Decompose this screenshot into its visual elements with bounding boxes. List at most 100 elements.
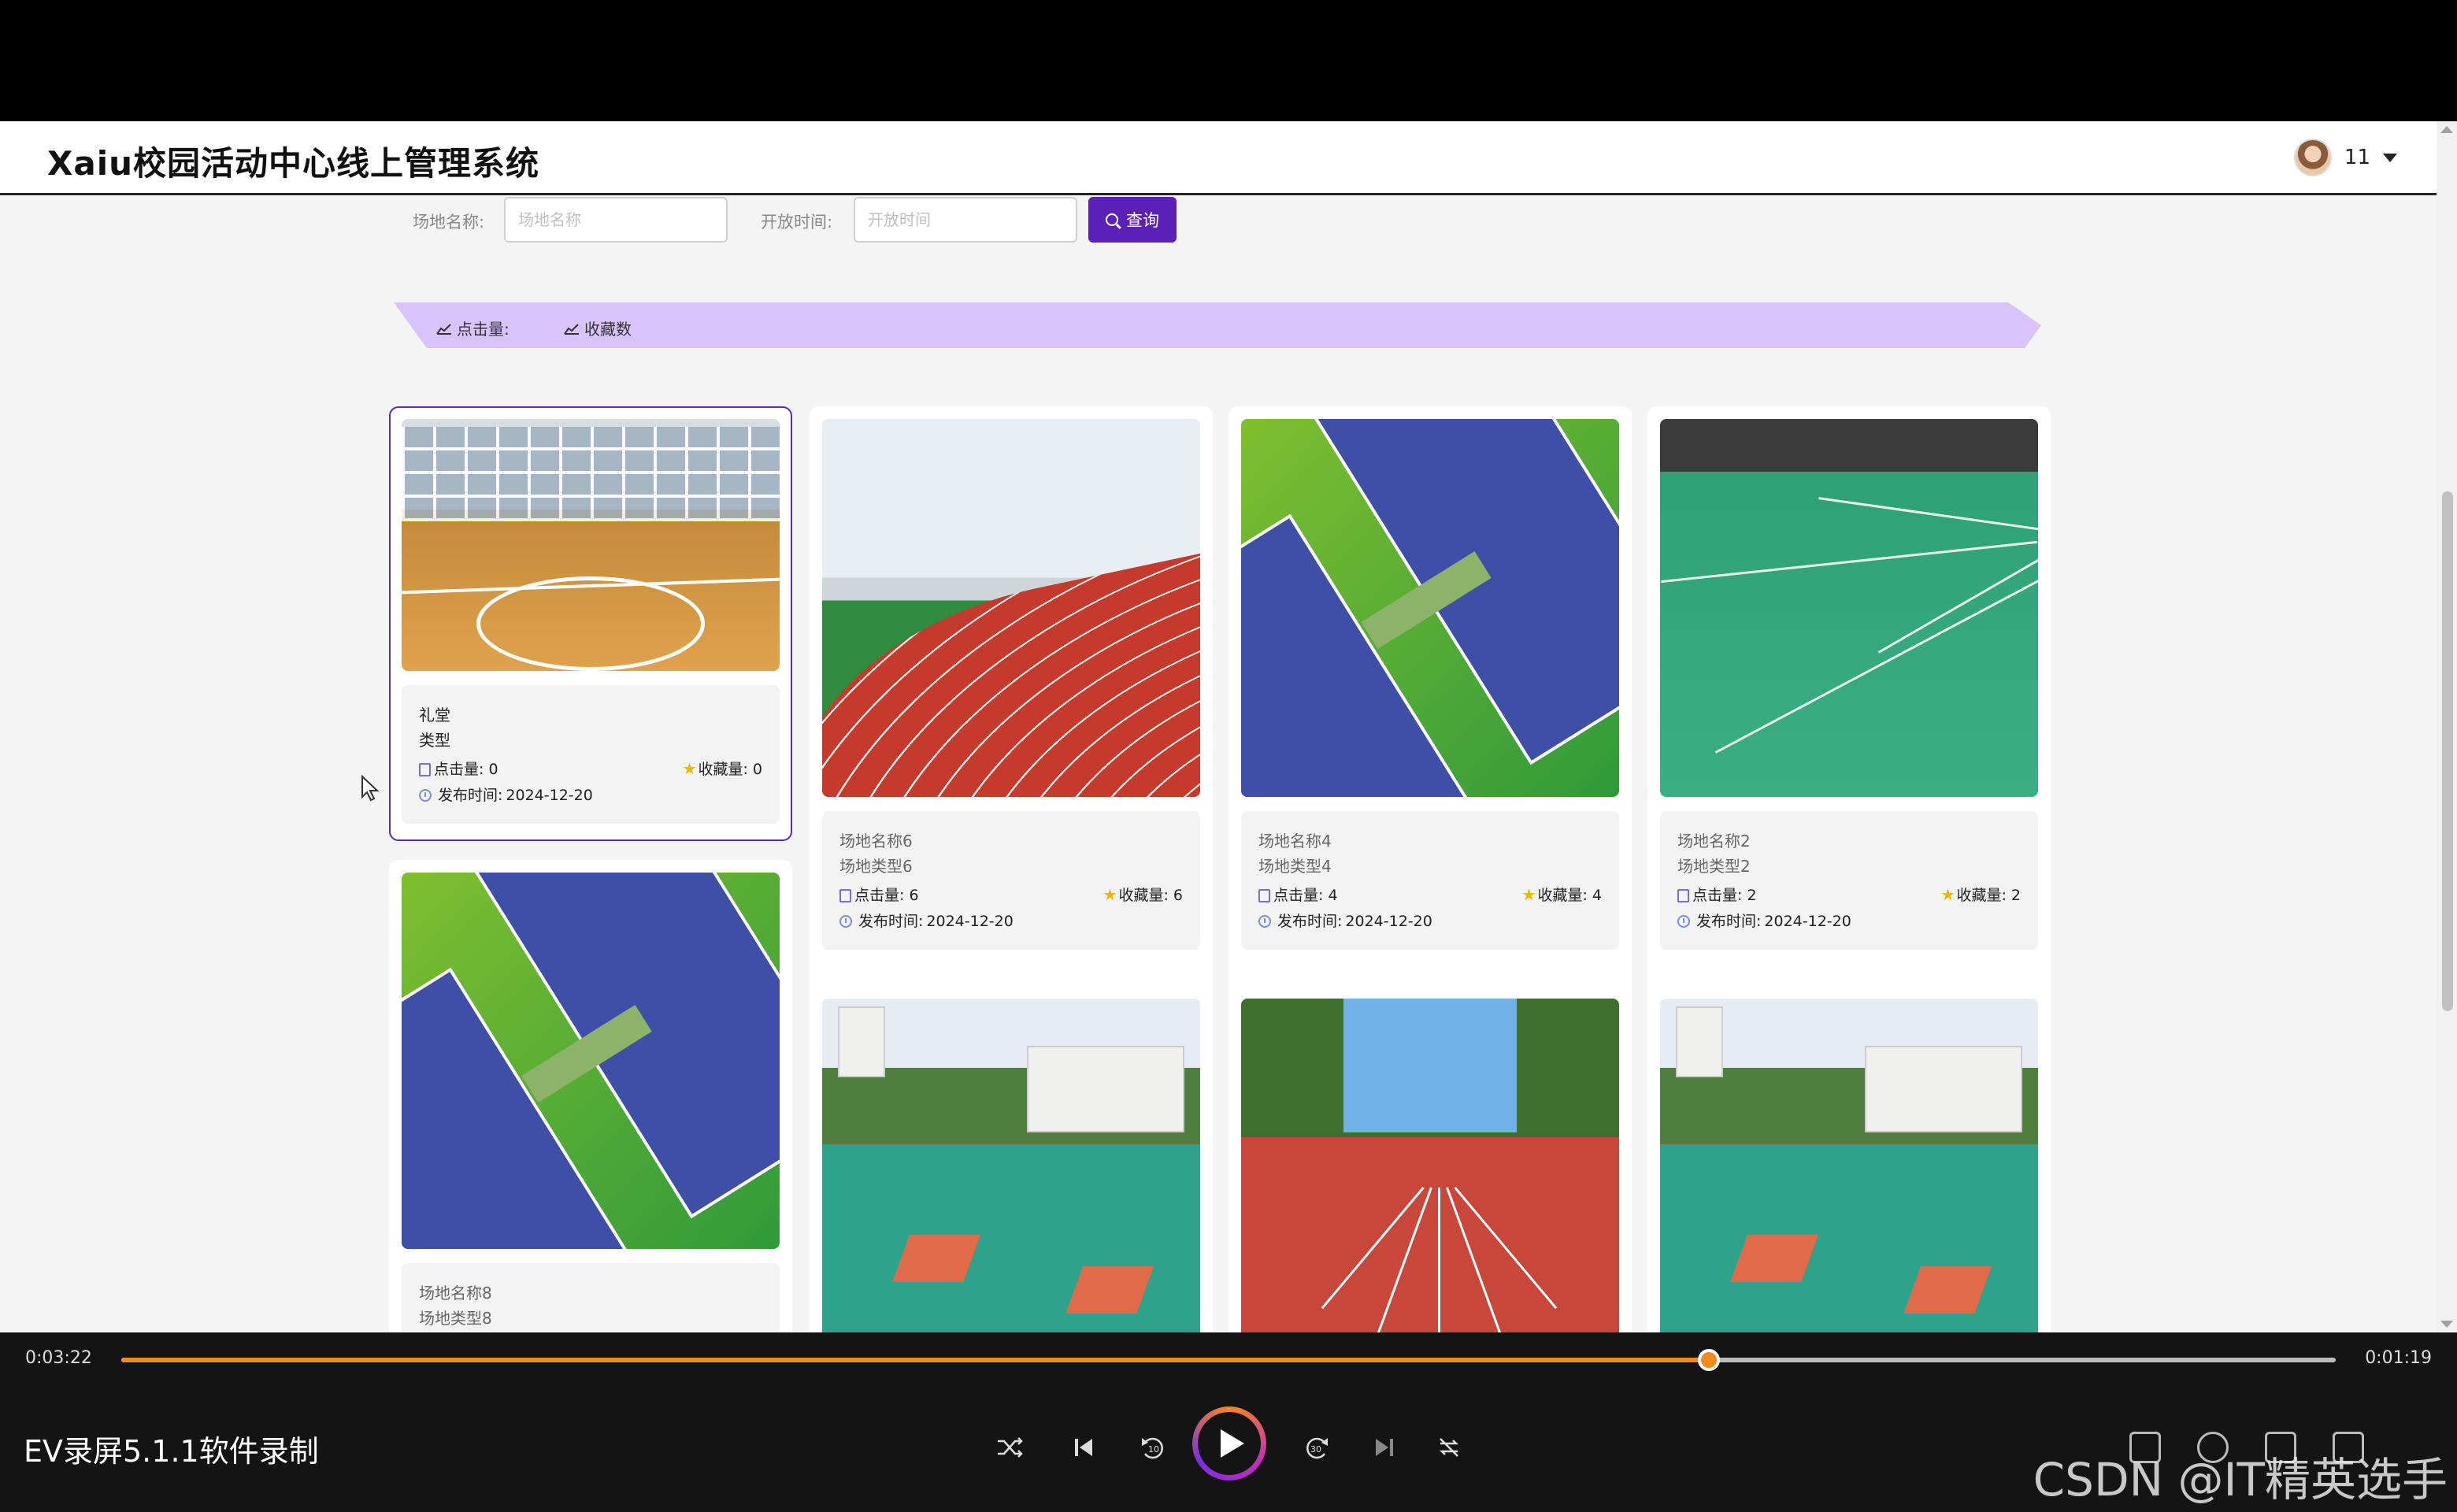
venue-name: 场地名称2 bbox=[1677, 832, 1751, 850]
chart-icon bbox=[436, 323, 451, 335]
sort-bar bbox=[394, 302, 2041, 348]
clicks-label: 点击量: bbox=[1692, 886, 1743, 904]
caret-down-icon[interactable] bbox=[2383, 153, 2397, 162]
date-label: 发布时间: bbox=[1696, 913, 1762, 930]
favorites-label: 收藏量: bbox=[1118, 887, 1169, 904]
star-icon: ★ bbox=[1521, 885, 1536, 904]
venue-photo[interactable] bbox=[1241, 999, 1619, 1332]
venue-type: 场地类型8 bbox=[419, 1309, 492, 1328]
total-time: 0:01:19 bbox=[2365, 1348, 2432, 1368]
venue-name: 礼堂 bbox=[419, 706, 450, 724]
venue-type: 类型 bbox=[419, 731, 450, 750]
site-header: Xaiu校园活动中心线上管理系统 11 bbox=[0, 121, 2437, 195]
current-time: 0:03:22 bbox=[25, 1348, 92, 1368]
clicks-value: 4 bbox=[1328, 886, 1338, 904]
play-button[interactable] bbox=[1192, 1406, 1266, 1480]
date-label: 发布时间: bbox=[858, 913, 924, 930]
clicks-label: 点击量: bbox=[854, 886, 905, 904]
venue-info: 场地名称2 场地类型2 点击量: 2 ★ 收藏量: 2 发布时间: 2024-12-… bbox=[1660, 811, 2038, 950]
player-title: EV录屏5.1.1软件录制 bbox=[24, 1434, 319, 1469]
clicks-value: 2 bbox=[1747, 886, 1757, 904]
venue-name-input[interactable] bbox=[504, 197, 728, 243]
page-scrollbar[interactable] bbox=[2437, 121, 2457, 1332]
scroll-up-icon[interactable] bbox=[2440, 126, 2453, 133]
date-value: 2024-12-20 bbox=[506, 787, 593, 804]
favorites-label: 收藏量: bbox=[1956, 887, 2007, 904]
svg-text:30: 30 bbox=[1310, 1444, 1321, 1455]
venue-info: 礼堂 类型 点击量: 0 ★ 收藏量: 0 发布时间: 2024-12-20 bbox=[402, 685, 780, 824]
star-icon: ★ bbox=[682, 759, 697, 778]
rewind-10-icon[interactable]: 10 bbox=[1136, 1430, 1170, 1465]
venue-photo[interactable] bbox=[1241, 419, 1619, 797]
venue-info: 场地名称8 场地类型8 bbox=[402, 1263, 780, 1332]
play-icon bbox=[1221, 1429, 1244, 1458]
venue-card[interactable] bbox=[810, 986, 1213, 1332]
venue-info: 场地名称4 场地类型4 点击量: 4 ★ 收藏量: 4 发布时间: 2024-12-… bbox=[1241, 811, 1619, 950]
loop-icon[interactable] bbox=[1432, 1430, 1466, 1465]
progress-bar[interactable] bbox=[121, 1349, 2336, 1371]
progress-knob[interactable] bbox=[1698, 1349, 1721, 1371]
venue-card[interactable]: 场地名称4 场地类型4 点击量: 4 ★ 收藏量: 4 发布时间: 2024-12-… bbox=[1228, 406, 1632, 1082]
venue-name: 场地名称4 bbox=[1258, 832, 1332, 850]
user-menu[interactable]: 11 bbox=[2293, 139, 2397, 176]
favorites-value: 4 bbox=[1592, 887, 1602, 904]
query-button-label: 查询 bbox=[1126, 211, 1159, 230]
venue-card[interactable]: 场地名称2 场地类型2 点击量: 2 ★ 收藏量: 2 发布时间: 2024-12-… bbox=[1647, 406, 2051, 1082]
avatar[interactable] bbox=[2293, 139, 2332, 176]
open-time-input[interactable] bbox=[854, 197, 1077, 243]
venue-card[interactable] bbox=[1228, 986, 1632, 1332]
venue-card[interactable]: 礼堂 类型 点击量: 0 ★ 收藏量: 0 发布时间: 2024-12-20 bbox=[389, 406, 792, 841]
scrollbar-thumb[interactable] bbox=[2442, 491, 2453, 1011]
date-value: 2024-12-20 bbox=[926, 913, 1014, 930]
svg-text:10: 10 bbox=[1148, 1444, 1159, 1455]
venue-type: 场地类型2 bbox=[1677, 857, 1751, 876]
progress-fill bbox=[121, 1358, 1710, 1362]
scroll-down-icon[interactable] bbox=[2440, 1321, 2453, 1328]
venue-photo[interactable] bbox=[822, 419, 1200, 797]
shuffle-icon[interactable] bbox=[992, 1430, 1027, 1465]
venue-card[interactable] bbox=[1647, 986, 2051, 1332]
favorites-label: 收藏量: bbox=[1537, 887, 1588, 904]
venue-info: 场地名称6 场地类型6 点击量: 6 ★ 收藏量: 6 发布时间: 2024-12-… bbox=[822, 811, 1200, 950]
previous-icon[interactable] bbox=[1066, 1430, 1101, 1465]
venue-photo[interactable] bbox=[402, 419, 780, 671]
document-icon bbox=[839, 888, 851, 902]
sort-by-clicks[interactable]: 点击量: bbox=[436, 317, 510, 339]
next-icon[interactable] bbox=[1367, 1430, 1402, 1465]
star-icon: ★ bbox=[1940, 885, 1955, 904]
document-icon bbox=[419, 762, 431, 776]
venue-card[interactable]: 场地名称6 场地类型6 点击量: 6 ★ 收藏量: 6 发布时间: 2024-12-… bbox=[810, 406, 1213, 1082]
open-time-label: 开放时间: bbox=[761, 213, 833, 232]
site-title: Xaiu校园活动中心线上管理系统 bbox=[47, 144, 540, 183]
user-name[interactable]: 11 bbox=[2344, 146, 2370, 169]
sort-by-favorites[interactable]: 收藏数 bbox=[564, 317, 632, 339]
clock-icon bbox=[419, 789, 432, 802]
sort-by-clicks-label: 点击量: bbox=[457, 320, 510, 339]
clock-icon bbox=[1677, 915, 1690, 928]
clock-icon bbox=[839, 915, 852, 928]
venue-name-label: 场地名称: bbox=[413, 213, 485, 232]
venue-card[interactable]: 场地名称8 场地类型8 bbox=[389, 860, 792, 1332]
venue-name: 场地名称6 bbox=[839, 832, 913, 850]
forward-30-icon[interactable]: 30 bbox=[1299, 1430, 1334, 1465]
clicks-value: 0 bbox=[488, 760, 498, 778]
venue-photo[interactable] bbox=[822, 999, 1200, 1332]
clicks-label: 点击量: bbox=[434, 760, 484, 778]
date-label: 发布时间: bbox=[438, 787, 503, 804]
venue-photo[interactable] bbox=[402, 873, 780, 1249]
venue-type: 场地类型6 bbox=[839, 857, 913, 876]
document-icon bbox=[1258, 888, 1270, 902]
favorites-value: 6 bbox=[1173, 887, 1183, 904]
date-value: 2024-12-20 bbox=[1764, 913, 1851, 930]
venue-type: 场地类型4 bbox=[1258, 857, 1332, 876]
chart-icon bbox=[564, 323, 579, 335]
venue-photo[interactable] bbox=[1660, 419, 2038, 797]
favorites-value: 0 bbox=[752, 761, 762, 778]
query-button[interactable]: 查询 bbox=[1088, 197, 1177, 243]
document-icon bbox=[1677, 888, 1689, 902]
date-label: 发布时间: bbox=[1277, 913, 1343, 930]
clicks-value: 6 bbox=[909, 886, 919, 904]
venue-photo[interactable] bbox=[1660, 999, 2038, 1332]
video-player-bar: 0:03:22 0:01:19 EV录屏5.1.1软件录制 10 30 CSDN… bbox=[0, 1332, 2457, 1512]
search-icon bbox=[1106, 213, 1118, 226]
